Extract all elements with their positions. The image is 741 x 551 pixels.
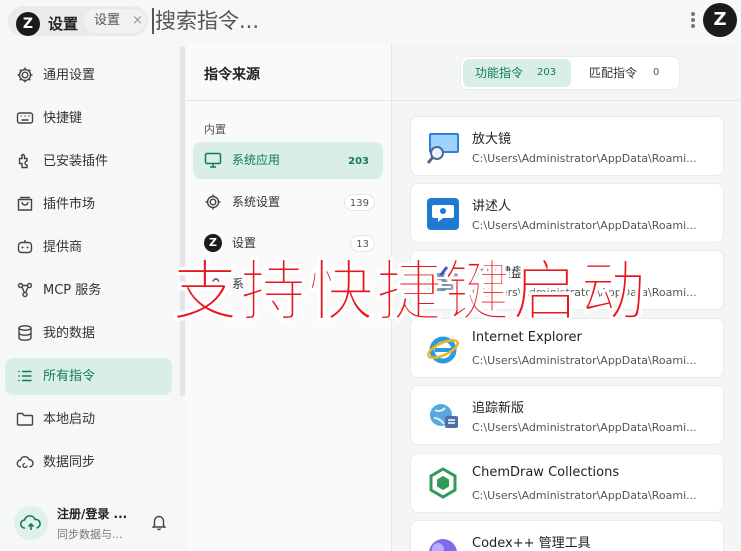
plugin-icon (18, 153, 28, 169)
sidebar-item-data-sync[interactable]: 数据同步 (5, 444, 172, 481)
sidebar-item-mcp[interactable]: MCP 服务 (5, 272, 172, 309)
command-path: C:\Users\Administrator\AppData\Roami... (472, 152, 697, 165)
panel-title: 指令来源 (204, 67, 260, 83)
sidebar-item-label: 插件市场 (43, 197, 96, 212)
list-icon (18, 370, 32, 382)
sidebar-item-label: MCP 服务 (43, 283, 102, 298)
store-icon (17, 196, 33, 211)
source-label: 系统应用 (232, 153, 281, 167)
command-name: 追踪新版 (472, 401, 525, 416)
sidebar-item-label: 快捷键 (43, 111, 83, 126)
command-item[interactable]: 放大镜 C:\Users\Administrator\AppData\Roami… (410, 116, 724, 176)
source-item-system-settings[interactable]: 系统设置 139 (193, 184, 383, 221)
command-path: C:\Users\Administrator\AppData\Roami... (472, 354, 697, 367)
sidebar-item-installed-plugins[interactable]: 已安装插件 (5, 143, 172, 180)
cloud-login-icon (14, 506, 48, 540)
tab-match-commands[interactable]: 匹配指令 0 (577, 59, 677, 87)
command-name: 讲述人 (472, 199, 512, 214)
sidebar-item-all-commands[interactable]: 所有指令 (5, 358, 172, 395)
sidebar-item-providers[interactable]: 提供商 (5, 229, 172, 266)
divider (392, 100, 741, 101)
tab-title: 设置 (48, 15, 79, 33)
sidebar: 通用设置 快捷键 已安装插件 插件市场 提供商 MCP 服务 我的数据 所有指令… (0, 44, 180, 551)
sidebar-item-shortcuts[interactable]: 快捷键 (5, 100, 172, 137)
sidebar-item-local-launch[interactable]: 本地启动 (5, 401, 172, 438)
sidebar-item-label: 所有指令 (43, 369, 96, 384)
command-path: C:\Users\Administrator\AppData\Roami... (472, 489, 697, 502)
chemdraw-icon (429, 467, 457, 499)
sidebar-item-label: 通用设置 (43, 68, 96, 83)
tab-label: 匹配指令 (589, 66, 638, 80)
search-input[interactable] (155, 4, 575, 38)
sync-cloud-icon (16, 456, 34, 469)
sidebar-item-general[interactable]: 通用设置 (5, 57, 172, 94)
command-path: C:\Users\Administrator\AppData\Roami... (472, 421, 697, 434)
avatar[interactable]: Z (703, 3, 737, 37)
section-label: 内置 (204, 123, 226, 136)
tracking-app-icon (430, 404, 458, 428)
count-badge: 139 (343, 194, 375, 211)
command-type-tabs: 功能指令 203 匹配指令 0 (460, 56, 680, 90)
search-caret (152, 8, 154, 34)
app-logo-icon: Z (16, 12, 40, 36)
keyboard-icon (16, 112, 34, 124)
login-title: 注册/登录 ... (57, 507, 128, 521)
tab-settings-secondary[interactable]: 设置 × (84, 9, 146, 33)
login-subtitle: 同步数据与... (57, 528, 123, 541)
tab-label: 设置 (94, 13, 121, 28)
sidebar-item-label: 我的数据 (43, 326, 96, 341)
command-name: ChemDraw Collections (472, 465, 620, 480)
command-item[interactable]: Codex++ 管理工具 (410, 520, 724, 551)
login-panel[interactable]: 注册/登录 ... 同步数据与... (0, 500, 180, 551)
monitor-icon (204, 152, 222, 168)
promo-caption: 支持快捷键启动 (172, 253, 648, 331)
tab-function-commands[interactable]: 功能指令 203 (463, 59, 571, 87)
sidebar-item-label: 数据同步 (43, 455, 96, 470)
sidebar-item-label: 本地启动 (43, 412, 96, 427)
command-item[interactable]: ChemDraw Collections C:\Users\Administra… (410, 453, 724, 513)
command-name: 放大镜 (472, 132, 512, 147)
network-icon (17, 282, 33, 298)
sidebar-item-my-data[interactable]: 我的数据 (5, 315, 172, 352)
bell-icon[interactable] (150, 513, 168, 531)
tab-count: 203 (537, 67, 557, 78)
tab-label: 功能指令 (475, 66, 524, 80)
divider (186, 100, 391, 101)
codex-icon (429, 539, 457, 551)
gear-icon (17, 67, 33, 83)
robot-icon (17, 240, 33, 254)
command-item[interactable]: 讲述人 C:\Users\Administrator\AppData\Roami… (410, 183, 724, 243)
tab-count: 0 (653, 67, 660, 78)
sidebar-item-label: 已安装插件 (43, 154, 109, 169)
sidebar-item-plugin-market[interactable]: 插件市场 (5, 186, 172, 223)
count-badge: 203 (348, 156, 369, 167)
sidebar-scrollbar[interactable] (180, 46, 185, 396)
command-path: C:\Users\Administrator\AppData\Roami... (472, 219, 697, 232)
close-icon[interactable]: × (132, 9, 143, 33)
sidebar-item-label: 提供商 (43, 240, 83, 255)
tab-settings-active[interactable]: Z 设置 设置 × (8, 6, 148, 36)
internet-explorer-icon (427, 336, 459, 364)
source-item-system-apps[interactable]: 系统应用 203 (193, 142, 383, 179)
folder-icon (16, 412, 34, 426)
source-label: 系统设置 (232, 195, 281, 209)
title-bar: Z 设置 设置 × Z (0, 0, 741, 42)
more-vertical-icon[interactable] (690, 10, 696, 30)
gear-icon (205, 194, 221, 210)
magnifier-icon (426, 133, 459, 164)
database-icon (18, 325, 32, 341)
narrator-icon (427, 198, 459, 230)
command-name: Codex++ 管理工具 (472, 536, 591, 551)
command-item[interactable]: 追踪新版 C:\Users\Administrator\AppData\Roam… (410, 385, 724, 445)
